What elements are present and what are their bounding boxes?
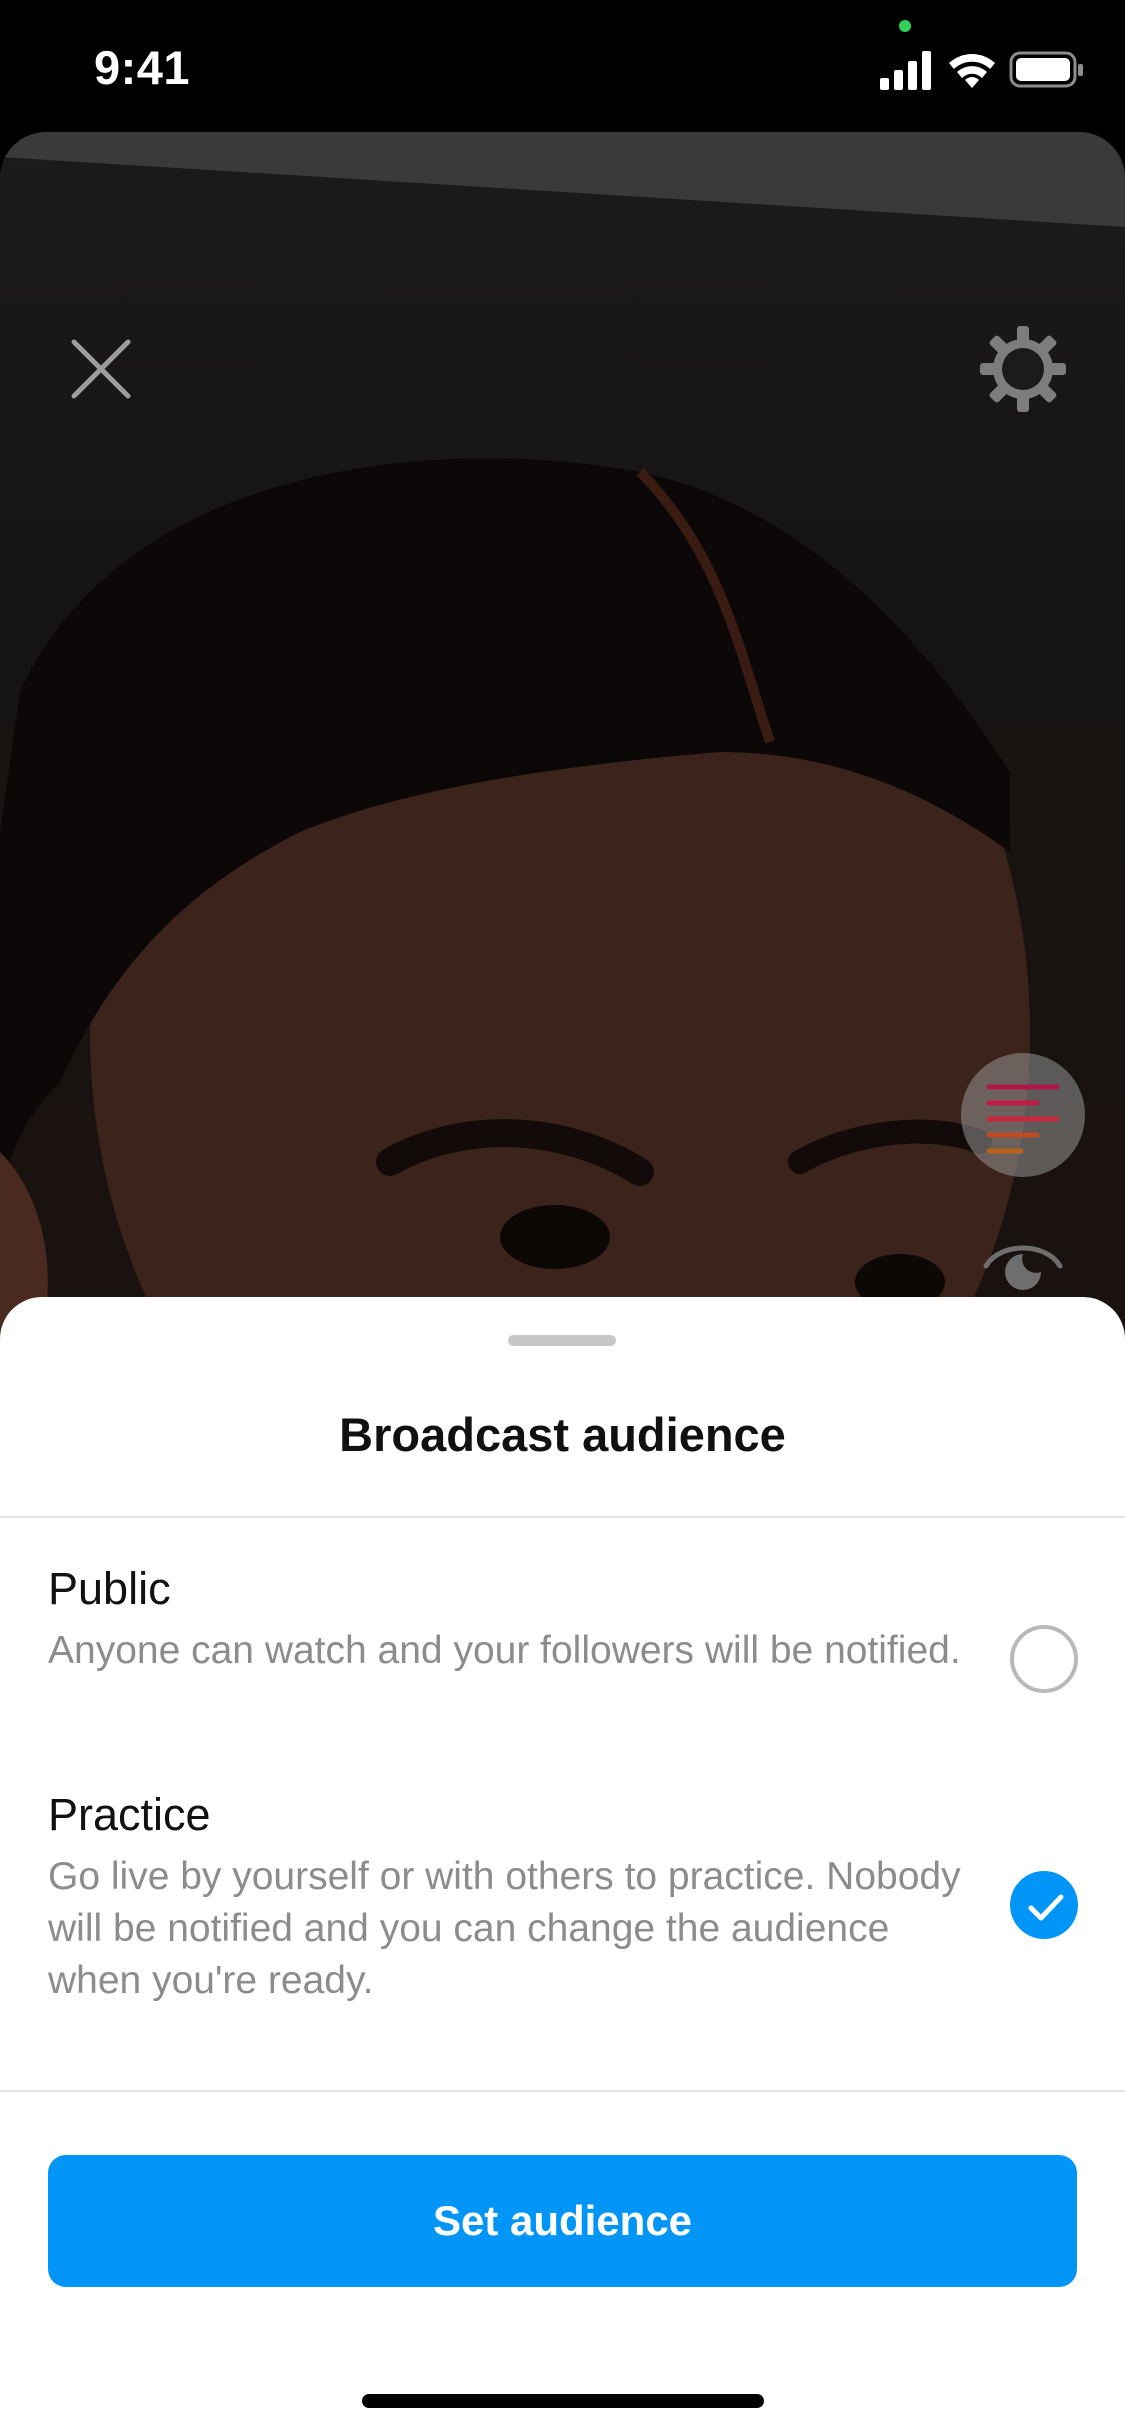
checkmark-icon (1028, 1894, 1064, 1921)
divider (0, 1516, 1125, 1518)
questions-tool-button[interactable] (961, 1053, 1085, 1177)
close-icon (71, 339, 131, 399)
set-audience-button[interactable]: Set audience (48, 2155, 1077, 2287)
camera-in-use-indicator (899, 20, 911, 32)
practice-radio-button[interactable] (1010, 1871, 1078, 1939)
home-indicator[interactable] (362, 2394, 764, 2408)
close-button[interactable] (60, 328, 142, 410)
status-time: 9:41 (94, 41, 191, 94)
public-radio-button[interactable] (1010, 1625, 1078, 1693)
audience-option-practice[interactable]: Practice Go live by yourself or with oth… (48, 1787, 1078, 2007)
screen: 9:41 Broadcast audience Public Anyone ca… (0, 0, 1125, 2436)
wifi-icon (949, 54, 995, 88)
camera-feed-image (0, 132, 1125, 1352)
battery-icon (1009, 51, 1083, 88)
text-lines-icon (986, 1084, 1060, 1154)
option-title: Public (48, 1563, 171, 1614)
audience-option-public[interactable]: Public Anyone can watch and your followe… (48, 1561, 1078, 1693)
sheet-title: Broadcast audience (339, 1408, 786, 1461)
status-bar: 9:41 (0, 0, 1125, 132)
option-title: Practice (48, 1789, 211, 1840)
sheet-grabber[interactable] (508, 1335, 616, 1346)
broadcast-audience-sheet: Broadcast audience Public Anyone can wat… (0, 1297, 1125, 2436)
cellular-signal-icon (880, 51, 931, 90)
option-description: Anyone can watch and your followers will… (48, 1629, 961, 1672)
camera-preview (0, 132, 1125, 1352)
option-description: Go live by yourself or with others to pr… (48, 1855, 961, 2002)
gear-icon (980, 326, 1066, 412)
status-icons (880, 51, 1083, 90)
divider (0, 2090, 1125, 2092)
settings-button[interactable] (978, 324, 1068, 414)
eye-icon (983, 1245, 1063, 1290)
audience-tool-button[interactable] (982, 1234, 1064, 1294)
